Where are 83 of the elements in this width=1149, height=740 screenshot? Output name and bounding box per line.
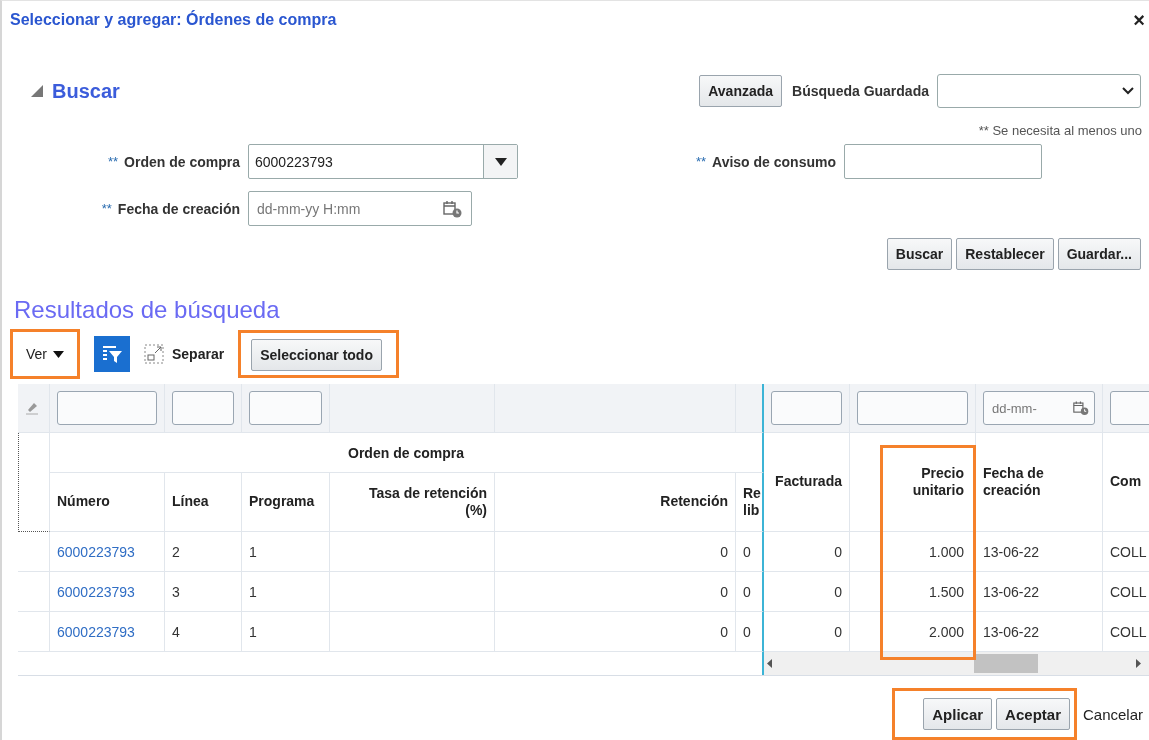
select-all-button[interactable]: Seleccionar todo bbox=[251, 339, 382, 371]
column-header: Número bbox=[57, 493, 110, 511]
column-header: Facturada bbox=[775, 473, 842, 491]
filter-field[interactable] bbox=[172, 391, 234, 425]
table-cell: 13-06-22 bbox=[983, 543, 1040, 560]
search-section-toggle[interactable]: Buscar bbox=[30, 79, 120, 103]
table-cell: 1.500 bbox=[928, 583, 964, 600]
required-marker: ** bbox=[695, 153, 707, 169]
combo-field[interactable]: 6000223793 bbox=[248, 144, 518, 179]
dialog-title: Seleccionar y agregar: Órdenes de compra bbox=[10, 11, 337, 29]
view-menu[interactable]: Ver bbox=[22, 346, 68, 362]
table-cell: 0 bbox=[720, 623, 728, 640]
filter-icon[interactable] bbox=[94, 336, 130, 372]
table-cell: 0 bbox=[720, 543, 728, 560]
table-cell: COLL bbox=[1110, 543, 1147, 560]
table-cell: 0 bbox=[743, 623, 751, 640]
saved-search-dropdown[interactable] bbox=[937, 74, 1141, 108]
table-cell: 2 bbox=[172, 543, 180, 560]
column-group-header: Orden de compra bbox=[348, 444, 464, 461]
order-link[interactable]: 6000223793 bbox=[57, 623, 135, 640]
column-header: Precio unitario bbox=[911, 464, 964, 500]
required-marker: ** bbox=[107, 153, 119, 169]
date-field[interactable]: dd-mm-yy H:mm bbox=[248, 191, 472, 226]
table-cell: 0 bbox=[720, 583, 728, 600]
dropdown-button[interactable] bbox=[483, 145, 517, 178]
search-button[interactable]: Buscar bbox=[886, 238, 953, 270]
column-header: Re lib bbox=[743, 484, 761, 520]
table-cell: 1 bbox=[249, 583, 257, 600]
table-cell: 1 bbox=[249, 623, 257, 640]
table-cell: 1.000 bbox=[928, 543, 964, 560]
dialog-button[interactable]: Aplicar bbox=[923, 698, 993, 730]
horizontal-scrollbar[interactable] bbox=[764, 652, 1149, 675]
table-cell: 3 bbox=[172, 583, 180, 600]
close-button[interactable]: × bbox=[1129, 8, 1149, 32]
field-label: Aviso de consumo bbox=[712, 153, 836, 170]
detach-icon bbox=[144, 344, 164, 364]
filter-field[interactable] bbox=[771, 391, 842, 425]
chevron-down-icon bbox=[1122, 87, 1134, 95]
text-field[interactable] bbox=[844, 144, 1042, 179]
advanced-button[interactable]: Avanzada bbox=[699, 75, 783, 107]
filter-field[interactable] bbox=[57, 391, 157, 425]
field-label: Fecha de creación bbox=[117, 200, 240, 217]
table-cell: 0 bbox=[743, 543, 751, 560]
hint-text: ** Se necesita al menos uno bbox=[977, 122, 1143, 140]
caret-down-icon bbox=[53, 350, 64, 358]
field-label: Orden de compra bbox=[124, 153, 240, 170]
date-filter-field[interactable]: dd-mm- bbox=[983, 391, 1095, 425]
column-header: Retención bbox=[660, 493, 728, 511]
results-heading: Resultados de búsqueda bbox=[14, 296, 281, 324]
table-cell: 13-06-22 bbox=[983, 583, 1040, 600]
table-cell: COLL bbox=[1110, 583, 1147, 600]
column-header: Línea bbox=[172, 493, 209, 511]
table-cell: 0 bbox=[834, 623, 842, 640]
column-header: Programa bbox=[249, 493, 315, 511]
table-cell: 2.000 bbox=[928, 623, 964, 640]
search-button[interactable]: Guardar... bbox=[1057, 238, 1141, 270]
filter-field[interactable] bbox=[249, 391, 322, 425]
triangle-icon bbox=[30, 84, 44, 98]
table-cell: 1 bbox=[249, 543, 257, 560]
dialog-button[interactable]: Aceptar bbox=[996, 698, 1070, 730]
table-cell: 0 bbox=[743, 583, 751, 600]
required-marker: ** bbox=[101, 200, 112, 216]
order-link[interactable]: 6000223793 bbox=[57, 543, 135, 560]
order-link[interactable]: 6000223793 bbox=[57, 583, 135, 600]
column-header: Fecha de creación bbox=[983, 464, 1045, 500]
column-header: Com bbox=[1110, 473, 1142, 491]
cancel-button[interactable]: Cancelar bbox=[1080, 705, 1145, 723]
detach-button[interactable]: Separar bbox=[144, 344, 225, 364]
pencil-icon bbox=[25, 401, 39, 415]
calendar-clock-icon[interactable] bbox=[443, 199, 463, 218]
calendar-clock-icon[interactable] bbox=[1073, 399, 1090, 417]
table-cell: COLL bbox=[1110, 623, 1147, 640]
caret-down-icon bbox=[494, 157, 507, 166]
search-button[interactable]: Restablecer bbox=[956, 238, 1054, 270]
table-cell: 0 bbox=[834, 583, 842, 600]
table-cell: 0 bbox=[834, 543, 842, 560]
table-cell: 4 bbox=[172, 623, 180, 640]
filter-field[interactable] bbox=[857, 391, 968, 425]
column-header: Tasa de retención (%) bbox=[368, 484, 487, 520]
saved-search-label: Búsqueda Guardada bbox=[792, 83, 929, 99]
date-input[interactable]: dd-mm-yy H:mm bbox=[255, 199, 443, 218]
combo-input[interactable]: 6000223793 bbox=[249, 145, 483, 178]
table-cell: 13-06-22 bbox=[983, 623, 1040, 640]
